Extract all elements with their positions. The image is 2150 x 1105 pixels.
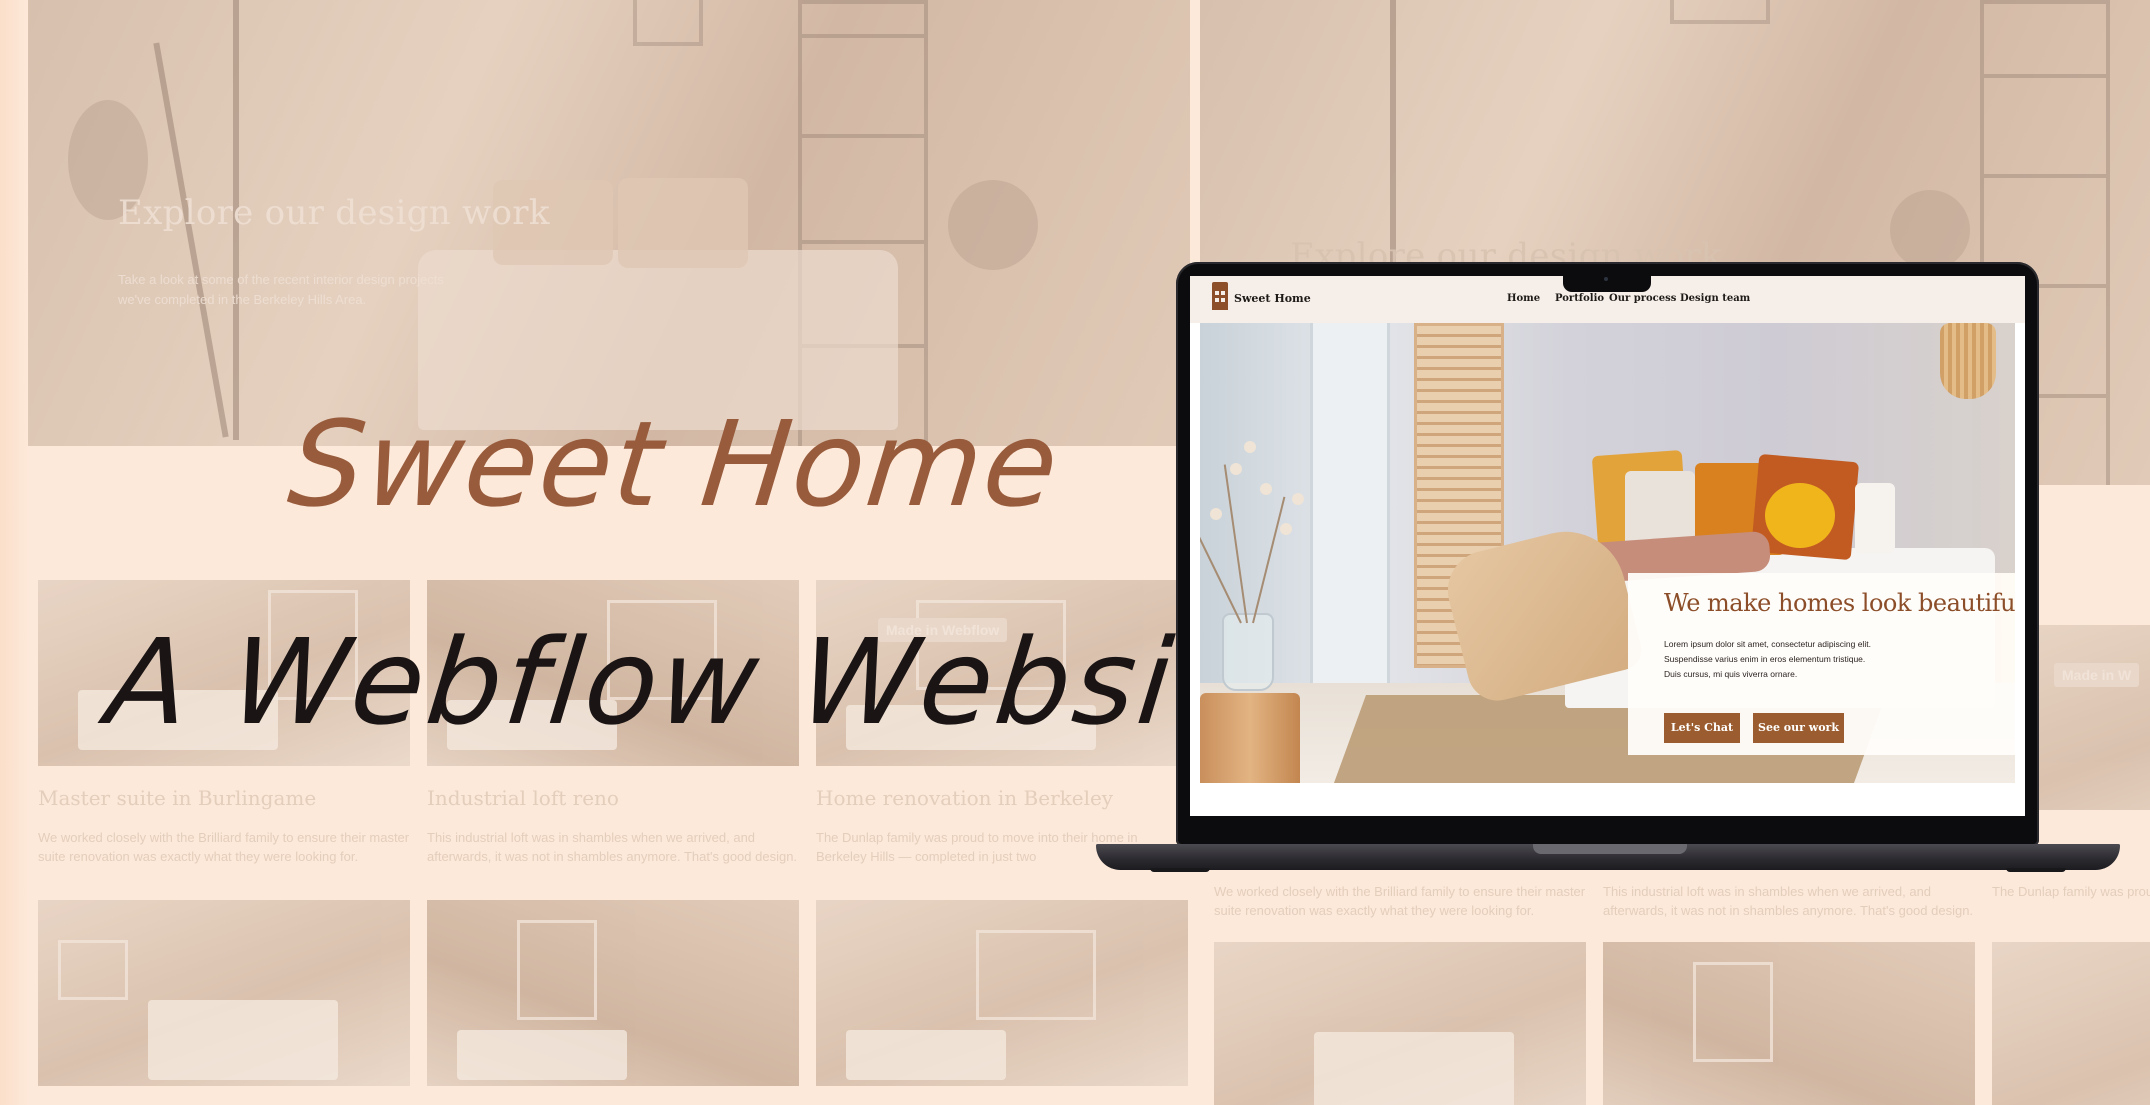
see-our-work-button[interactable]: See our work bbox=[1753, 713, 1844, 743]
nav-link-home[interactable]: Home bbox=[1507, 293, 1540, 304]
hero-title: We make homes look beautiful. bbox=[1664, 589, 2015, 617]
wall-frame bbox=[633, 0, 703, 46]
lets-chat-button[interactable]: Let's Chat bbox=[1664, 713, 1740, 743]
project-card bbox=[38, 900, 410, 1086]
pendant-lamp bbox=[1940, 323, 1996, 399]
laptop-screen: Sweet Home Home Portfolio Our process De… bbox=[1190, 276, 2025, 816]
hero-body: Lorem ipsum dolor sit amet, consectetur … bbox=[1664, 639, 1871, 679]
project-description: We worked closely with the Brilliard fam… bbox=[38, 830, 410, 864]
project-card bbox=[816, 900, 1188, 1086]
project-photo bbox=[816, 900, 1188, 1086]
background-hero-title: Explore our design work bbox=[118, 193, 550, 233]
background-hero-subtitle: Take a look at some of the recent interi… bbox=[118, 272, 444, 307]
project-description: This industrial loft was in shambles whe… bbox=[1603, 884, 1974, 918]
plant bbox=[948, 180, 1038, 270]
project-title: Industrial loft reno bbox=[427, 786, 619, 810]
pillow bbox=[618, 178, 748, 268]
pillow bbox=[1855, 483, 1895, 553]
project-card bbox=[1603, 942, 1975, 1105]
project-card bbox=[1992, 942, 2150, 1105]
headline-sweet-home: Sweet Home bbox=[282, 395, 1067, 533]
project-card bbox=[1214, 942, 1586, 1105]
laptop-mockup: Sweet Home Home Portfolio Our process De… bbox=[1096, 262, 2120, 882]
project-photo bbox=[1992, 942, 2150, 1105]
project-card bbox=[427, 900, 799, 1086]
edge-fade bbox=[0, 0, 30, 1105]
wooden-stool bbox=[1200, 693, 1300, 783]
project-description: This industrial loft was in shambles whe… bbox=[427, 830, 798, 864]
house-icon[interactable] bbox=[1212, 282, 1228, 310]
site-logo-text[interactable]: Sweet Home bbox=[1234, 292, 1311, 305]
project-photo bbox=[427, 900, 799, 1086]
camera-icon bbox=[1604, 277, 1608, 281]
floor-lamp-leg bbox=[153, 42, 229, 438]
site-hero-image: We make homes look beautiful. Lorem ipsu… bbox=[1200, 323, 2015, 783]
project-photo bbox=[1603, 942, 1975, 1105]
nav-link-our-process[interactable]: Our process bbox=[1609, 293, 1676, 304]
nav-link-portfolio[interactable]: Portfolio bbox=[1555, 293, 1604, 304]
doorway bbox=[1310, 323, 1390, 683]
laptop-hinge-notch bbox=[1533, 844, 1687, 854]
project-description: The Dunlap family was proud to move into… bbox=[1992, 884, 2150, 899]
nav-link-design-team[interactable]: Design team bbox=[1680, 293, 1750, 304]
wall-frame bbox=[1670, 0, 1770, 24]
project-photo bbox=[38, 900, 410, 1086]
camera-notch bbox=[1563, 272, 1651, 292]
project-photo bbox=[1214, 942, 1586, 1105]
hero-card: We make homes look beautiful. Lorem ipsu… bbox=[1628, 573, 2015, 755]
project-description: We worked closely with the Brilliard fam… bbox=[1214, 884, 1586, 918]
background-website-left: Explore our design work Take a look at s… bbox=[0, 0, 1190, 1105]
knot-pillow bbox=[1765, 483, 1835, 548]
glass-vase bbox=[1222, 613, 1274, 691]
project-title: Master suite in Burlingame bbox=[38, 786, 317, 810]
plant bbox=[1890, 190, 1970, 270]
